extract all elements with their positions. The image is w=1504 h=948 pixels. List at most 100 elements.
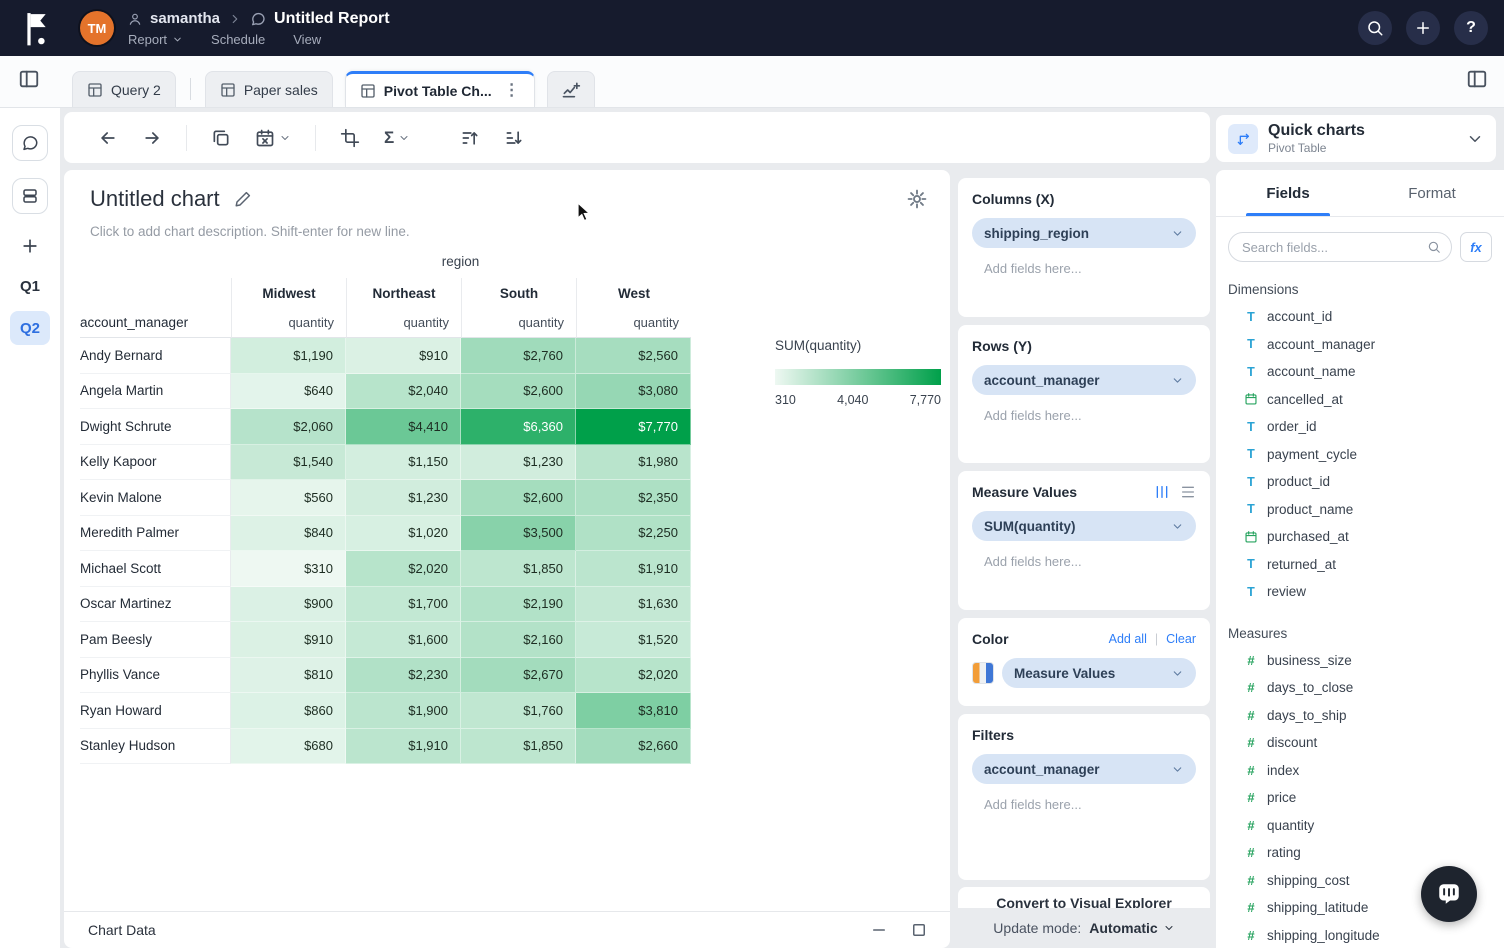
menu-report[interactable]: Report xyxy=(128,32,183,47)
pivot-value-cell[interactable]: $310 xyxy=(231,551,346,587)
pivot-row-label[interactable]: Phyllis Vance xyxy=(80,658,231,694)
support-chat-button[interactable] xyxy=(1421,866,1477,922)
rows-layout-icon[interactable] xyxy=(1180,484,1196,500)
pivot-value-cell[interactable]: $860 xyxy=(231,693,346,729)
pivot-value-cell[interactable]: $1,230 xyxy=(346,480,461,516)
field-item[interactable]: Treturned_at xyxy=(1216,551,1504,579)
update-mode-dropdown[interactable]: Automatic xyxy=(1089,920,1174,936)
field-item[interactable]: #index xyxy=(1216,757,1504,785)
pivot-value-cell[interactable]: $640 xyxy=(231,374,346,410)
help-button[interactable]: ? xyxy=(1454,11,1488,45)
pivot-value-cell[interactable]: $2,760 xyxy=(461,338,576,374)
filters-add-fields[interactable]: Add fields here... xyxy=(972,797,1196,812)
tab-query-2[interactable]: Query 2 xyxy=(72,71,176,107)
pivot-value-cell[interactable]: $4,410 xyxy=(346,409,461,445)
field-item[interactable]: #business_size xyxy=(1216,647,1504,675)
pivot-value-cell[interactable]: $2,600 xyxy=(461,480,576,516)
tab-fields[interactable]: Fields xyxy=(1216,170,1360,216)
menu-view[interactable]: View xyxy=(293,32,321,47)
date-bucket-button[interactable] xyxy=(255,128,291,148)
pivot-column-header[interactable]: South xyxy=(461,278,576,308)
pivot-value-cell[interactable]: $910 xyxy=(346,338,461,374)
pivot-value-cell[interactable]: $1,700 xyxy=(346,587,461,623)
quick-charts-dropdown[interactable]: Quick charts Pivot Table xyxy=(1216,115,1496,162)
pivot-value-cell[interactable]: $910 xyxy=(231,622,346,658)
search-button[interactable] xyxy=(1358,11,1392,45)
pivot-value-cell[interactable]: $1,910 xyxy=(576,551,691,587)
filter-field-pill[interactable]: account_manager xyxy=(972,754,1196,784)
tab-format[interactable]: Format xyxy=(1360,170,1504,216)
datasets-panel-button[interactable] xyxy=(12,178,48,214)
chart-description-placeholder[interactable]: Click to add chart description. Shift-en… xyxy=(90,224,410,239)
pivot-row-label[interactable]: Andy Bernard xyxy=(80,338,231,374)
rows-add-fields[interactable]: Add fields here... xyxy=(972,408,1196,423)
pivot-value-cell[interactable]: $2,560 xyxy=(576,338,691,374)
columns-field-pill[interactable]: shipping_region xyxy=(972,218,1196,248)
field-item[interactable]: Taccount_id xyxy=(1216,303,1504,331)
pivot-value-cell[interactable]: $2,020 xyxy=(346,551,461,587)
pivot-row-label[interactable]: Oscar Martinez xyxy=(80,587,231,623)
pivot-value-cell[interactable]: $6,360 xyxy=(461,409,576,445)
left-panel-toggle-button[interactable] xyxy=(18,68,40,90)
pivot-value-cell[interactable]: $2,670 xyxy=(461,658,576,694)
comments-panel-button[interactable] xyxy=(12,125,48,161)
pivot-value-cell[interactable]: $1,980 xyxy=(576,445,691,481)
right-panel-toggle-button[interactable] xyxy=(1466,68,1488,90)
color-field-pill[interactable]: Measure Values xyxy=(1002,658,1196,688)
pivot-value-cell[interactable]: $1,630 xyxy=(576,587,691,623)
pivot-value-cell[interactable]: $2,350 xyxy=(576,480,691,516)
add-query-button[interactable] xyxy=(20,236,40,256)
color-clear-link[interactable]: Clear xyxy=(1166,632,1196,646)
color-palette-icon[interactable] xyxy=(972,662,994,684)
pivot-value-cell[interactable]: $1,850 xyxy=(461,729,576,765)
measure-values-add-fields[interactable]: Add fields here... xyxy=(972,554,1196,569)
pivot-value-cell[interactable]: $2,160 xyxy=(461,622,576,658)
columns-layout-icon[interactable] xyxy=(1154,484,1170,500)
rail-item-q2[interactable]: Q2 xyxy=(10,311,50,345)
pivot-column-header[interactable]: Northeast xyxy=(346,278,461,308)
pivot-value-cell[interactable]: $1,020 xyxy=(346,516,461,552)
rail-item-q1[interactable]: Q1 xyxy=(20,278,40,295)
field-item[interactable]: Treview xyxy=(1216,578,1504,606)
pivot-value-cell[interactable]: $3,500 xyxy=(461,516,576,552)
pivot-value-cell[interactable]: $7,770 xyxy=(576,409,691,445)
pivot-value-cell[interactable]: $560 xyxy=(231,480,346,516)
add-button[interactable] xyxy=(1406,11,1440,45)
pivot-row-label[interactable]: Pam Beesly xyxy=(80,622,231,658)
pivot-value-cell[interactable]: $900 xyxy=(231,587,346,623)
pivot-value-cell[interactable]: $1,600 xyxy=(346,622,461,658)
pivot-value-cell[interactable]: $1,540 xyxy=(231,445,346,481)
avatar[interactable]: TM xyxy=(80,11,114,45)
pivot-value-cell[interactable]: $840 xyxy=(231,516,346,552)
field-item[interactable]: cancelled_at xyxy=(1216,386,1504,414)
field-item[interactable]: #price xyxy=(1216,784,1504,812)
username[interactable]: samantha xyxy=(150,10,220,27)
chart-settings-gear-icon[interactable] xyxy=(906,188,928,210)
tab-menu-icon[interactable]: ⋮ xyxy=(504,83,520,99)
add-formula-button[interactable]: fx xyxy=(1460,232,1492,262)
tab-paper-sales[interactable]: Paper sales xyxy=(205,71,333,107)
pivot-row-label[interactable]: Kelly Kapoor xyxy=(80,445,231,481)
pivot-value-cell[interactable]: $1,760 xyxy=(461,693,576,729)
pivot-value-cell[interactable]: $1,520 xyxy=(576,622,691,658)
pivot-row-label[interactable]: Stanley Hudson xyxy=(80,729,231,765)
field-item[interactable]: purchased_at xyxy=(1216,523,1504,551)
collapse-icon[interactable] xyxy=(870,921,888,939)
columns-add-fields[interactable]: Add fields here... xyxy=(972,261,1196,276)
pivot-value-cell[interactable]: $2,250 xyxy=(576,516,691,552)
field-item[interactable]: Taccount_name xyxy=(1216,358,1504,386)
new-chart-tab-button[interactable] xyxy=(547,71,595,107)
undo-button[interactable] xyxy=(98,128,118,148)
pivot-value-cell[interactable]: $3,810 xyxy=(576,693,691,729)
field-item[interactable]: Tproduct_id xyxy=(1216,468,1504,496)
pivot-value-cell[interactable]: $1,850 xyxy=(461,551,576,587)
pivot-value-cell[interactable]: $2,660 xyxy=(576,729,691,765)
pivot-value-cell[interactable]: $680 xyxy=(231,729,346,765)
field-item[interactable]: #shipping_longitude xyxy=(1216,922,1504,948)
sort-descending-button[interactable] xyxy=(504,128,524,148)
pivot-column-header[interactable]: Midwest xyxy=(231,278,346,308)
field-item[interactable]: Torder_id xyxy=(1216,413,1504,441)
pivot-value-cell[interactable]: $3,080 xyxy=(576,374,691,410)
search-fields-box[interactable] xyxy=(1228,232,1452,262)
pivot-row-label[interactable]: Michael Scott xyxy=(80,551,231,587)
